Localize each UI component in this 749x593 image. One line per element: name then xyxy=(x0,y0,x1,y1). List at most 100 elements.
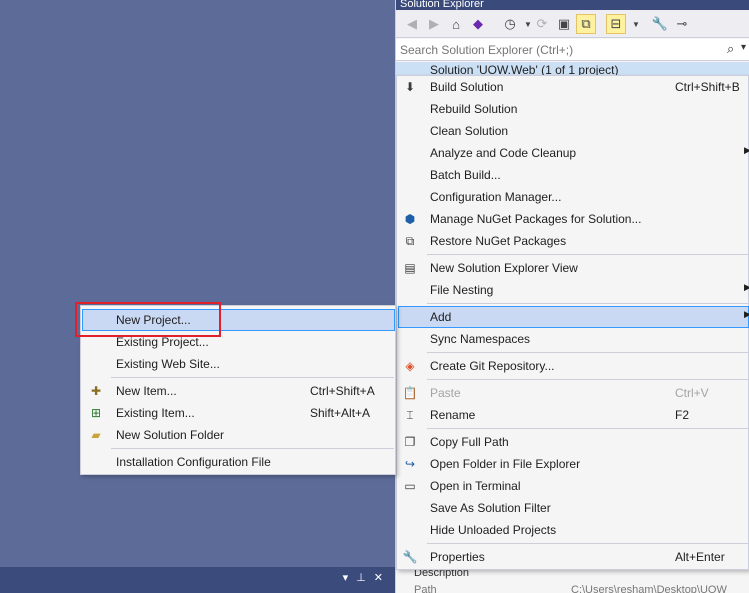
menu-item-paste[interactable]: 📋 Paste Ctrl+V xyxy=(398,382,749,404)
menu-item-create-git-repository[interactable]: ◈ Create Git Repository... xyxy=(398,355,749,377)
menu-item-new-item[interactable]: ✚ New Item... Ctrl+Shift+A xyxy=(82,380,395,402)
restore-icon: ⧉ xyxy=(405,234,415,248)
menu-item-label: Restore NuGet Packages xyxy=(430,234,567,248)
menu-item-open-terminal[interactable]: ▭ Open in Terminal xyxy=(398,475,749,497)
menu-item-label: File Nesting xyxy=(430,283,494,297)
show-all-files-icon[interactable]: ⧉ xyxy=(576,14,596,34)
chevron-down-icon[interactable]: ▼ xyxy=(626,14,646,34)
menu-item-clean-solution[interactable]: Clean Solution xyxy=(398,120,749,142)
menu-item-configuration-manager[interactable]: Configuration Manager... xyxy=(398,186,749,208)
menu-item-add[interactable]: Add ▶ xyxy=(398,306,749,328)
menu-item-save-as-solution-filter[interactable]: Save As Solution Filter xyxy=(398,497,749,519)
menu-item-label: Copy Full Path xyxy=(430,435,509,449)
menu-item-shortcut: Alt+Enter xyxy=(675,550,725,564)
menu-separator xyxy=(427,254,748,255)
pending-changes-filter-icon[interactable]: ◷ xyxy=(500,14,520,34)
menu-item-new-solution-explorer-view[interactable]: ▤ New Solution Explorer View xyxy=(398,257,749,279)
solution-explorer-toolbar: ◀ ▶ ⌂ ◆ ◷ ▼ ⟳ ▣ ⧉ ⊟ ▼ 🔧 ⊸ xyxy=(396,10,749,38)
menu-separator xyxy=(427,352,748,353)
menu-item-analyze-code-cleanup[interactable]: Analyze and Code Cleanup ▶ xyxy=(398,142,749,164)
new-view-icon: ▤ xyxy=(404,261,416,275)
menu-separator xyxy=(427,303,748,304)
collapse-all-icon[interactable]: ▣ xyxy=(554,14,574,34)
copy-icon: ❐ xyxy=(404,435,416,449)
menu-item-label: Existing Project... xyxy=(116,335,209,349)
properties-filter-icon[interactable]: ⊟ xyxy=(606,14,626,34)
menu-item-label: Existing Item... xyxy=(116,406,195,420)
git-icon: ◈ xyxy=(405,359,415,373)
solution-context-menu: ⬇ Build Solution Ctrl+Shift+B Rebuild So… xyxy=(396,75,749,570)
menu-item-shortcut: Ctrl+Shift+A xyxy=(310,384,375,398)
menu-item-shortcut: F2 xyxy=(675,408,690,422)
paste-icon: 📋 xyxy=(402,386,418,400)
tree-root-item[interactable]: Solution 'UOW.Web' (1 of 1 project) xyxy=(396,62,749,76)
menu-item-existing-web-site[interactable]: Existing Web Site... xyxy=(82,353,395,375)
menu-item-shortcut: Shift+Alt+A xyxy=(310,406,371,420)
menu-item-sync-namespaces[interactable]: Sync Namespaces xyxy=(398,328,749,350)
menu-separator xyxy=(427,379,748,380)
menu-item-label: Add xyxy=(430,310,452,324)
path-value: C:\Users\resham\Desktop\UOW xyxy=(571,584,727,593)
forward-icon[interactable]: ▶ xyxy=(424,14,444,34)
pin-icon[interactable]: ⊥ xyxy=(356,571,366,584)
new-item-icon: ✚ xyxy=(90,384,102,398)
menu-item-existing-item[interactable]: ⊞ Existing Item... Shift+Alt+A xyxy=(82,402,395,424)
menu-item-shortcut: Ctrl+Shift+B xyxy=(675,80,740,94)
menu-item-label: New Solution Folder xyxy=(116,428,225,442)
open-folder-icon: ↪ xyxy=(404,457,416,471)
menu-item-label: Existing Web Site... xyxy=(116,357,220,371)
menu-item-build-solution[interactable]: ⬇ Build Solution Ctrl+Shift+B xyxy=(398,76,749,98)
menu-item-label: New Item... xyxy=(116,384,177,398)
solution-explorer-title: Solution Explorer xyxy=(396,0,749,10)
search-input[interactable] xyxy=(400,42,720,58)
menu-item-label: Open in Terminal xyxy=(430,479,521,493)
menu-item-label: Manage NuGet Packages for Solution... xyxy=(430,212,642,226)
menu-item-label: Batch Build... xyxy=(430,168,501,182)
menu-item-properties[interactable]: 🔧 Properties Alt+Enter xyxy=(398,546,749,568)
menu-separator xyxy=(427,428,748,429)
menu-item-label: Paste xyxy=(430,386,461,400)
home-icon[interactable]: ⌂ xyxy=(446,14,466,34)
menu-item-label: Analyze and Code Cleanup xyxy=(430,146,577,160)
bottom-dock-strip: ▾ ⊥ ✕ xyxy=(0,567,395,593)
path-label: Path xyxy=(414,584,437,593)
menu-item-hide-unloaded-projects[interactable]: Hide Unloaded Projects xyxy=(398,519,749,541)
menu-item-new-solution-folder[interactable]: ▰ New Solution Folder xyxy=(82,424,395,446)
dropdown-icon[interactable]: ▾ xyxy=(343,571,349,584)
menu-item-rename[interactable]: ⌶ Rename F2 xyxy=(398,404,749,426)
menu-item-label: Save As Solution Filter xyxy=(430,501,551,515)
existing-item-icon: ⊞ xyxy=(90,406,102,420)
vs-switch-views-icon[interactable]: ◆ xyxy=(468,14,488,34)
menu-item-manage-nuget[interactable]: ⬢ Manage NuGet Packages for Solution... xyxy=(398,208,749,230)
menu-item-label: Clean Solution xyxy=(430,124,509,138)
search-icon[interactable]: ⌕ xyxy=(727,41,734,57)
menu-item-label: Rebuild Solution xyxy=(430,102,518,116)
rename-icon: ⌶ xyxy=(406,408,414,422)
sync-icon[interactable]: ⟳ xyxy=(532,14,552,34)
menu-item-copy-full-path[interactable]: ❐ Copy Full Path xyxy=(398,431,749,453)
close-icon[interactable]: ✕ xyxy=(374,571,383,584)
submenu-arrow-icon: ▶ xyxy=(744,309,749,319)
submenu-arrow-icon: ▶ xyxy=(744,282,749,292)
pin-toolbar-icon[interactable]: ⊸ xyxy=(672,14,692,34)
menu-item-shortcut: Ctrl+V xyxy=(675,386,709,400)
menu-separator xyxy=(111,448,394,449)
menu-item-restore-nuget[interactable]: ⧉ Restore NuGet Packages xyxy=(398,230,749,252)
menu-item-label: Sync Namespaces xyxy=(430,332,531,346)
menu-item-open-folder[interactable]: ↪ Open Folder in File Explorer xyxy=(398,453,749,475)
back-icon[interactable]: ◀ xyxy=(402,14,422,34)
wrench-icon[interactable]: 🔧 xyxy=(650,14,670,34)
menu-item-installation-configuration-file[interactable]: Installation Configuration File xyxy=(82,451,395,473)
chevron-down-icon[interactable]: ▾ xyxy=(741,42,746,53)
annotation-highlight-box xyxy=(75,302,221,337)
menu-item-file-nesting[interactable]: File Nesting ▶ xyxy=(398,279,749,301)
menu-item-label: Create Git Repository... xyxy=(430,359,555,373)
terminal-icon: ▭ xyxy=(404,479,416,493)
menu-item-label: New Solution Explorer View xyxy=(430,261,578,275)
folder-icon: ▰ xyxy=(91,428,101,442)
menu-item-batch-build[interactable]: Batch Build... xyxy=(398,164,749,186)
menu-item-label: Build Solution xyxy=(430,80,504,94)
menu-item-label: Configuration Manager... xyxy=(430,190,562,204)
menu-item-rebuild-solution[interactable]: Rebuild Solution xyxy=(398,98,749,120)
wrench-icon: 🔧 xyxy=(402,550,418,564)
